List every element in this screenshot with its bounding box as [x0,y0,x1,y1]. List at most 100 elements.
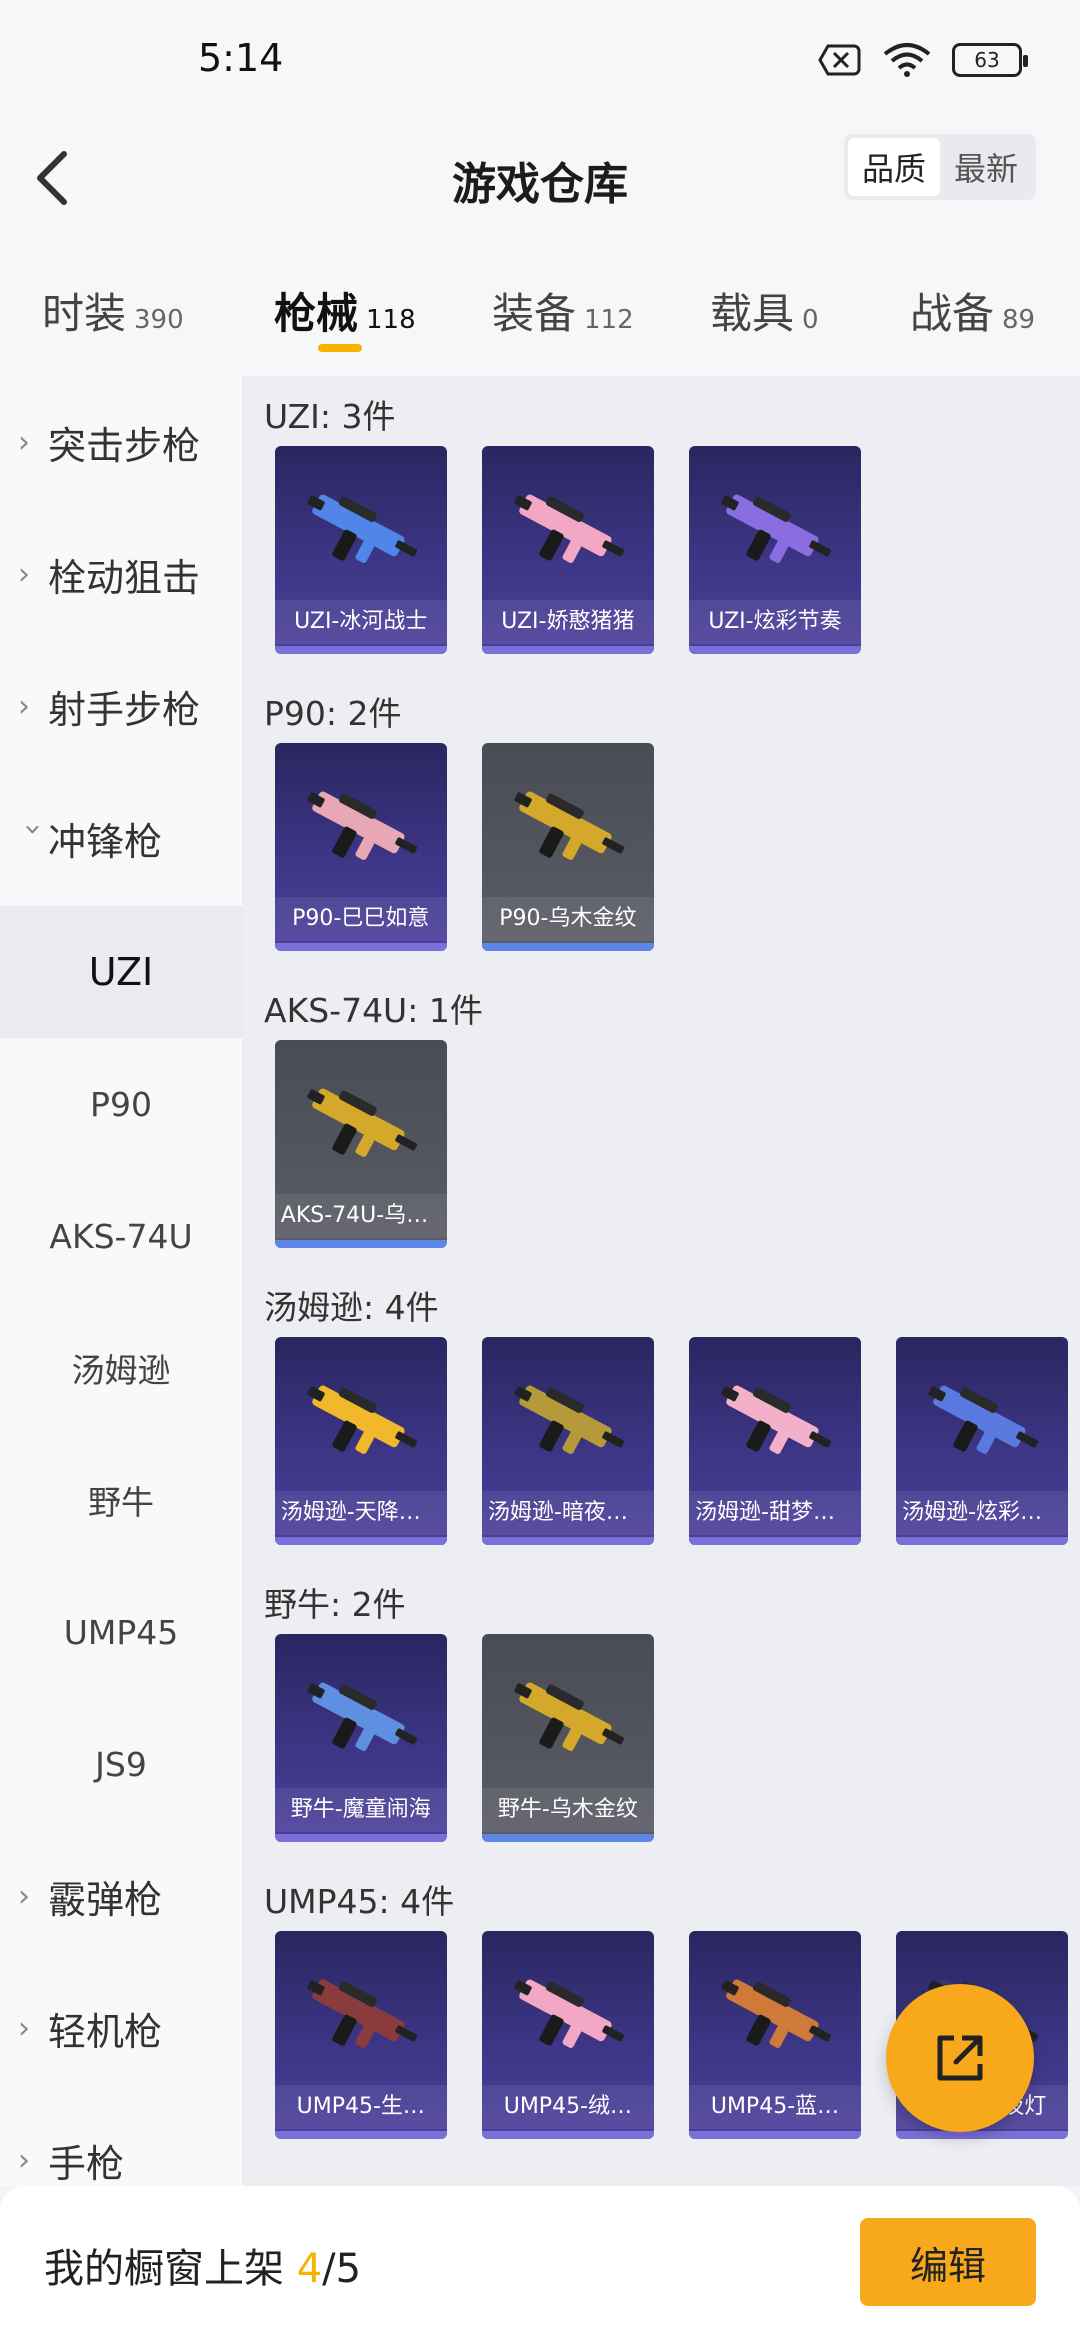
sidebar-item-label: 冲锋枪 [48,819,163,864]
tab-count: 89 [1002,305,1036,335]
weapon-card[interactable]: UZI-娇憨猪猪 [481,446,654,654]
tab-count: 0 [802,305,819,335]
rarity-strip [689,1537,861,1545]
weapon-card[interactable]: P90-巳巳如意 [274,743,447,951]
sidebar-item-bolt-sniper[interactable]: › 栓动狙击 [0,508,242,640]
weapon-card-label: 汤姆逊-甜梦粉缘 [689,1491,861,1535]
weapon-card[interactable]: 汤姆逊-天降鸿运 [274,1337,447,1545]
gun-icon [514,1385,624,1454]
tab-label: 时装 [42,289,127,338]
tab-fashion[interactable]: 时装 390 [42,280,184,341]
sidebar-item-assault-rifle[interactable]: › 突击步枪 [0,376,242,508]
weapon-card[interactable]: P90-乌木金纹 [481,743,654,951]
chevron-right-icon: › [18,1878,30,1914]
tab-label: 载具 [710,289,795,338]
rarity-strip [274,1834,447,1842]
weapon-card-label: UMP45-蓝… [689,2085,861,2129]
weapon-card[interactable]: AKS-74U-乌木金纹 [274,1040,447,1248]
weapon-card[interactable]: 野牛-乌木金纹 [481,1634,654,1842]
tab-label: 装备 [492,289,577,338]
weapon-grid: UZI: 3件 UZI-冰河战士 UZI-娇憨猪猪 UZI-炫彩节奏 P90: 2件 P9… [242,376,1080,2186]
rarity-strip [689,2131,861,2139]
showcase-current: 4 [296,2246,323,2292]
sidebar-item-shotgun[interactable]: › 霰弹枪 [0,1830,242,1962]
weapon-card-label: AKS-74U-乌木金纹 [274,1194,447,1238]
showcase-label: 我的橱窗上架 [44,2246,284,2292]
share-button[interactable] [886,1984,1034,2132]
tab-equipment[interactable]: 装备 112 [492,280,634,341]
weapon-card-label: UZI-炫彩节奏 [689,600,861,644]
weapon-card[interactable]: UMP45-绒… [481,1931,654,2139]
gun-icon [307,1088,417,1157]
share-icon [937,2035,983,2081]
sidebar-item-lmg[interactable]: › 轻机枪 [0,1962,242,2094]
sidebar-item-label: 突击步枪 [48,423,201,468]
chevron-right-icon: › [18,424,30,460]
rarity-strip [274,943,447,951]
status-icons: 63 [818,42,1028,78]
weapon-card-label: UMP45-生… [274,2085,447,2129]
sidebar-subitem-aks74u[interactable]: AKS-74U [0,1170,242,1302]
chevron-right-icon: › [18,2142,30,2178]
weapon-card-label: 野牛-乌木金纹 [481,1788,654,1832]
weapon-card-label: P90-乌木金纹 [481,897,654,941]
group-title: 野牛: 2件 [264,1585,406,1624]
rarity-strip [481,1537,654,1545]
rarity-strip [481,646,654,654]
weapon-card-label: UZI-娇憨猪猪 [481,600,654,644]
weapon-card[interactable]: UMP45-生… [274,1931,447,2139]
no-sim-icon [818,44,861,76]
weapon-card-label: 汤姆逊-暗夜金纹 [481,1491,654,1535]
gun-icon [514,494,624,563]
gun-icon [307,1385,417,1454]
sidebar-item-smg[interactable]: › 冲锋枪 [0,772,242,904]
rarity-strip [274,646,447,654]
weapon-card[interactable]: UZI-冰河战士 [274,446,447,654]
wifi-icon [883,43,931,77]
status-bar: 5:14 63 [0,0,1080,120]
sidebar-item-marksman-rifle[interactable]: › 射手步枪 [0,640,242,772]
group-title: UMP45: 4件 [264,1882,455,1921]
sidebar-subitem-ump45[interactable]: UMP45 [0,1566,242,1698]
category-tabs: 时装 390 枪械 118 装备 112 载具 0 战备 89 [0,240,1080,376]
bottom-bar: 我的橱窗上架 4/5 编辑 [0,2186,1080,2340]
weapon-sidebar: › 突击步枪 › 栓动狙击 › 射手步枪 › 冲锋枪 UZI P90 AKS-7… [0,376,242,2186]
tab-supplies[interactable]: 战备 89 [910,280,1035,341]
sidebar-item-label: JS9 [95,1744,147,1784]
gun-icon [514,791,624,860]
sidebar-subitem-uzi[interactable]: UZI [0,906,242,1038]
sidebar-subitem-thompson[interactable]: 汤姆逊 [0,1302,242,1434]
sort-quality-button[interactable]: 品质 [848,138,940,196]
gun-icon [307,494,417,563]
weapon-card-label: 汤姆逊-天降鸿运 [274,1491,447,1535]
sort-newest-button[interactable]: 最新 [940,138,1032,196]
gun-icon [514,1979,624,2048]
showcase-total: /5 [322,2246,362,2292]
tab-firearms[interactable]: 枪械 118 [274,280,416,341]
weapon-card[interactable]: 汤姆逊-甜梦粉缘 [689,1337,861,1545]
sidebar-item-label: AKS-74U [49,1216,193,1256]
gun-icon [721,1385,832,1454]
weapon-card[interactable]: 汤姆逊-暗夜金纹 [481,1337,654,1545]
sidebar-item-label: P90 [90,1084,152,1124]
weapon-card[interactable]: 野牛-魔童闹海 [274,1634,447,1842]
edit-button[interactable]: 编辑 [860,2218,1036,2306]
chevron-right-icon: › [18,556,30,592]
sidebar-item-label: 汤姆逊 [71,1351,171,1390]
sidebar-subitem-p90[interactable]: P90 [0,1038,242,1170]
group-title: AKS-74U: 1件 [264,991,483,1030]
chevron-down-icon: › [15,823,51,835]
chevron-right-icon: › [18,688,30,724]
weapon-card[interactable]: UZI-炫彩节奏 [689,446,861,654]
sidebar-subitem-bizon[interactable]: 野牛 [0,1434,242,1566]
rarity-strip [274,1537,447,1545]
rarity-strip [689,646,861,654]
tab-vehicles[interactable]: 载具 0 [710,280,819,341]
weapon-card[interactable]: UMP45-蓝… [689,1931,861,2139]
weapon-card[interactable]: 汤姆逊-炫彩节奏 [896,1337,1069,1545]
gun-icon [721,494,832,563]
status-time: 5:14 [198,36,284,80]
rarity-strip [896,1537,1069,1545]
sidebar-subitem-js9[interactable]: JS9 [0,1698,242,1830]
battery-icon: 63 [952,43,1028,77]
